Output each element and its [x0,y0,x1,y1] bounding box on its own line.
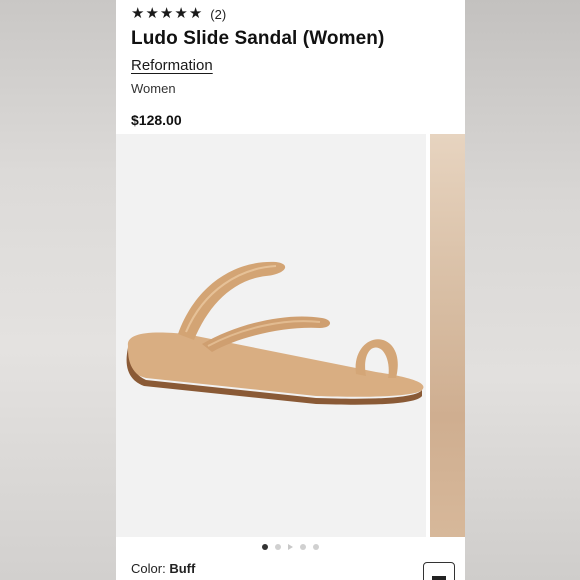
background-blur-left [0,0,116,580]
background-blur-right [464,0,580,580]
brand-link[interactable]: Reformation [131,57,213,74]
pagination-dot[interactable] [275,544,281,550]
carousel-pagination [116,544,465,550]
color-label: Color: [131,561,166,576]
review-count[interactable]: (2) [210,7,226,22]
pagination-dot[interactable] [313,544,319,550]
star-icon: ★ [145,5,159,22]
star-rating: ★ ★ ★ ★ ★ [131,5,202,23]
star-icon: ★ [159,5,174,22]
pagination-dot-active[interactable] [262,544,268,550]
sandal-illustration [126,261,424,405]
image-carousel[interactable] [116,134,465,537]
floating-action-button[interactable] [423,562,455,580]
product-title: Ludo Slide Sandal (Women) [131,28,385,49]
next-slide-preview[interactable] [430,134,465,537]
star-icon: ★ [174,5,188,22]
product-image[interactable] [116,134,426,537]
product-page: ★ ★ ★ ★ ★ (2) Ludo Slide Sandal (Women) … [116,0,465,580]
star-icon: ★ [188,5,203,22]
compare-icon [432,576,446,580]
color-selector-label: Color: Buff [131,561,195,576]
color-value: Buff [169,561,196,576]
product-price: $128.00 [131,112,182,128]
star-icon: ★ [131,5,145,22]
video-play-icon[interactable] [288,544,293,550]
product-category: Women [131,81,176,96]
rating-row[interactable]: ★ ★ ★ ★ ★ (2) [131,5,226,23]
pagination-dot[interactable] [300,544,306,550]
